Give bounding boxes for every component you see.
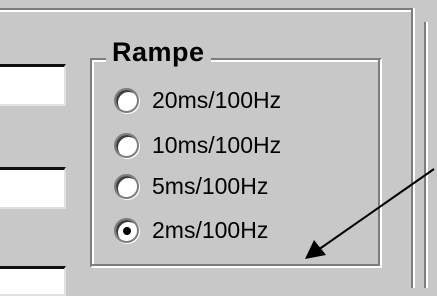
groupbox-title: Rampe — [106, 37, 211, 68]
radio-option-2ms[interactable]: 2ms/100Hz — [114, 214, 268, 246]
radio-label-2ms[interactable]: 2ms/100Hz — [152, 217, 268, 244]
dialog-panel: Rampe 20ms/100Hz 10ms/100Hz 5ms/100Hz 2m… — [0, 0, 437, 296]
radio-option-5ms[interactable]: 5ms/100Hz — [114, 170, 268, 202]
radio-label-5ms[interactable]: 5ms/100Hz — [152, 173, 268, 200]
frame-edge-highlight — [413, 8, 415, 288]
radio-selected-dot — [123, 226, 131, 235]
right-panel-edge-highlight — [426, 22, 428, 288]
radio-option-10ms[interactable]: 10ms/100Hz — [114, 129, 281, 161]
radio-option-20ms[interactable]: 20ms/100Hz — [114, 84, 281, 116]
text-field-3[interactable] — [0, 266, 66, 296]
text-field-1[interactable] — [0, 64, 66, 106]
radio-button-5ms[interactable] — [114, 173, 139, 199]
text-field-2[interactable] — [0, 167, 66, 209]
radio-button-2ms[interactable] — [114, 217, 139, 243]
radio-button-20ms[interactable] — [114, 87, 139, 113]
radio-label-10ms[interactable]: 10ms/100Hz — [152, 132, 281, 159]
radio-button-10ms[interactable] — [114, 132, 139, 158]
radio-label-20ms[interactable]: 20ms/100Hz — [152, 87, 281, 114]
frame-edge-highlight — [0, 10, 411, 12]
